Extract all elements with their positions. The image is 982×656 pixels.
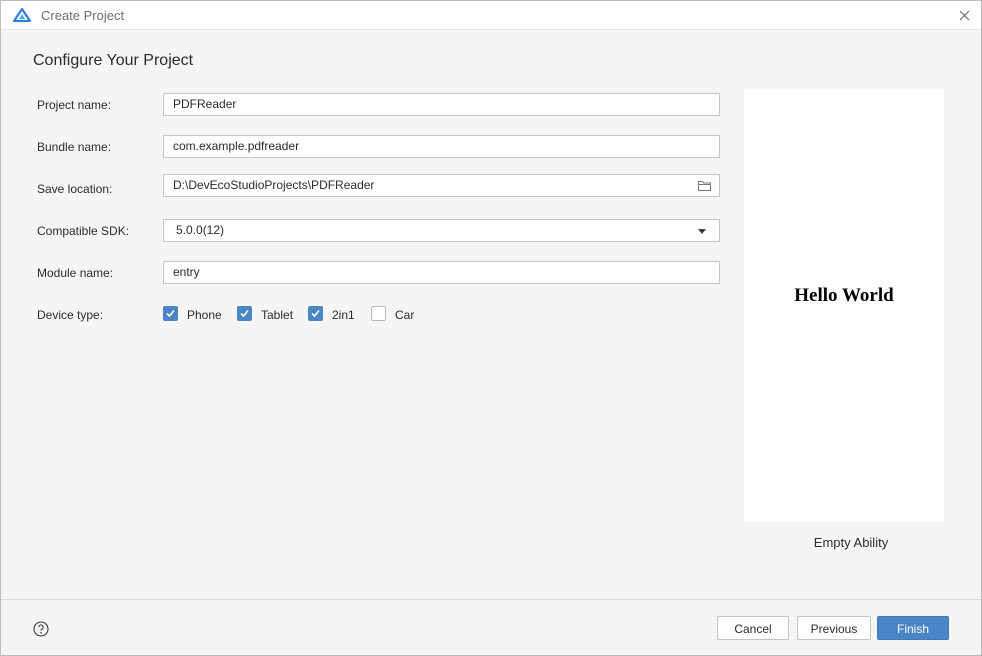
save-location-value: D:\DevEcoStudioProjects\PDFReader [173,178,375,192]
module-name-input[interactable]: entry [163,261,720,284]
phone-checkbox[interactable] [163,306,178,321]
finish-button[interactable]: Finish [877,616,949,640]
footer-divider [1,599,981,600]
compatible-sdk-value: 5.0.0(12) [176,223,225,237]
close-icon [959,10,969,20]
compatible-sdk-label: Compatible SDK: [37,224,130,238]
save-location-input[interactable]: D:\DevEcoStudioProjects\PDFReader [163,174,720,197]
tablet-checkbox-label: Tablet [261,308,294,322]
window-title: Create Project [41,8,125,23]
title-bar: Create Project [1,1,981,30]
bundle-name-input[interactable]: com.example.pdfreader [163,135,720,158]
template-preview: Hello World [744,89,944,522]
save-location-label: Save location: [37,182,113,196]
phone-checkbox-label: Phone [187,308,222,322]
template-name: Empty Ability [813,535,889,550]
page-title: Configure Your Project [33,52,194,69]
project-name-input[interactable]: PDFReader [163,93,720,116]
check-icon [240,309,249,318]
2in1-checkbox-label: 2in1 [332,308,355,322]
cancel-button[interactable]: Cancel [717,616,789,640]
check-icon [166,309,175,318]
compatible-sdk-select[interactable]: 5.0.0(12) [163,219,720,242]
app-logo-icon [13,8,31,22]
car-checkbox[interactable] [371,306,386,321]
preview-text: Hello World [794,285,894,306]
previous-button[interactable]: Previous [797,616,871,640]
folder-icon[interactable] [698,180,711,191]
project-name-label: Project name: [37,98,112,112]
chevron-down-icon [698,229,706,234]
module-name-label: Module name: [37,266,114,280]
device-type-label: Device type: [37,308,104,322]
check-icon [311,309,320,318]
car-checkbox-label: Car [395,308,415,322]
bundle-name-label: Bundle name: [37,140,112,154]
help-icon[interactable] [33,621,49,637]
close-button[interactable] [953,4,975,26]
create-project-dialog: Create Project Configure Your Project Pr… [0,0,982,656]
2in1-checkbox[interactable] [308,306,323,321]
tablet-checkbox[interactable] [237,306,252,321]
